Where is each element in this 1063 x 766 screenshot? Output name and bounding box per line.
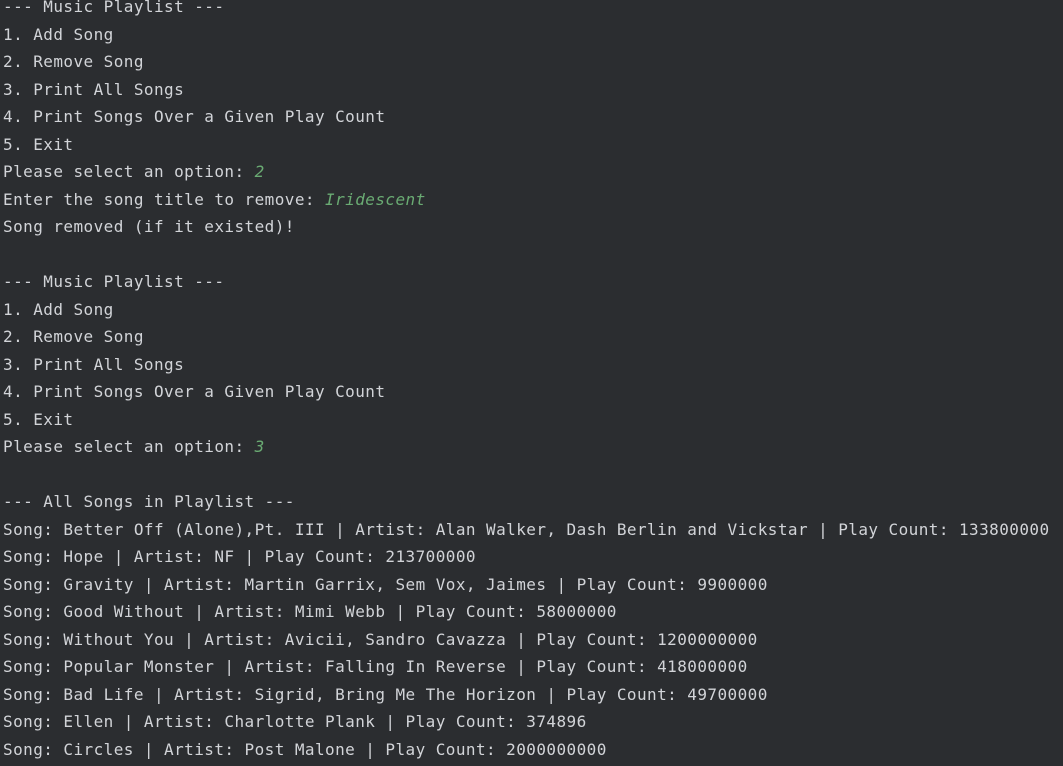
console-line-text: --- Music Playlist ---	[3, 0, 225, 16]
menu-option-print-all: 3. Print All Songs	[3, 351, 1061, 379]
console-line-text: Song: Good Without | Artist: Mimi Webb |…	[3, 602, 617, 621]
title-prompt: Enter the song title to remove: Iridesce…	[3, 186, 1061, 214]
menu-option-remove-song: 2. Remove Song	[3, 323, 1061, 351]
song-line: Song: Without You | Artist: Avicii, Sand…	[3, 626, 1061, 654]
console-line-text: 4. Print Songs Over a Given Play Count	[3, 107, 386, 126]
console-line-text: 5. Exit	[3, 134, 74, 154]
menu-option-exit: 5. Exit	[3, 131, 1061, 159]
song-line: Song: Hope | Artist: NF | Play Count: 21…	[3, 543, 1061, 571]
menu-option-print-all: 3. Print All Songs	[3, 76, 1061, 104]
menu-option-print-over-count: 4. Print Songs Over a Given Play Count	[3, 103, 1061, 131]
song-line: Song: Popular Monster | Artist: Falling …	[3, 653, 1061, 681]
song-line: Song: Ellen | Artist: Charlotte Plank | …	[3, 708, 1061, 736]
song-line: Song: Gravity | Artist: Martin Garrix, S…	[3, 571, 1061, 599]
prompt-text: Enter the song title to remove:	[3, 189, 326, 209]
console-line-text: 3. Print All Songs	[3, 354, 185, 374]
user-input: Iridescent	[325, 189, 426, 209]
status-message: Song removed (if it existed)!	[3, 213, 1061, 241]
console-line-text: 1. Add Song	[3, 24, 114, 44]
console-output[interactable]: --- Music Playlist --- 1. Add Song 2. Re…	[3, 0, 1061, 763]
console-line-text: 3. Print All Songs	[3, 79, 185, 99]
console-line-text: --- All Songs in Playlist ---	[3, 492, 295, 511]
prompt-text: Please select an option:	[3, 162, 255, 181]
console-line-text: Song: Bad Life | Artist: Sigrid, Bring M…	[3, 684, 768, 704]
song-line: Song: Circles | Artist: Post Malone | Pl…	[3, 736, 1061, 764]
menu-option-add-song: 1. Add Song	[3, 21, 1061, 49]
user-input: 2	[254, 162, 265, 181]
console-line-text: 2. Remove Song	[3, 327, 144, 346]
song-line: Song: Good Without | Artist: Mimi Webb |…	[3, 598, 1061, 626]
console-line-text: Song: Better Off (Alone),Pt. III | Artis…	[3, 519, 1050, 539]
user-input: 3	[254, 437, 265, 456]
menu-option-exit: 5. Exit	[3, 406, 1061, 434]
menu-header: --- Music Playlist ---	[3, 268, 1061, 296]
option-prompt: Please select an option: 2	[3, 158, 1061, 186]
console-line-text: Song: Circles | Artist: Post Malone | Pl…	[3, 739, 607, 759]
song-line: Song: Bad Life | Artist: Sigrid, Bring M…	[3, 681, 1061, 709]
menu-option-add-song: 1. Add Song	[3, 296, 1061, 324]
prompt-text: Please select an option:	[3, 437, 255, 456]
console-line-text: 4. Print Songs Over a Given Play Count	[3, 382, 386, 401]
menu-header: --- Music Playlist ---	[3, 0, 1061, 21]
console-line-text: 2. Remove Song	[3, 52, 144, 71]
console-line-text: --- Music Playlist ---	[3, 272, 225, 291]
menu-option-print-over-count: 4. Print Songs Over a Given Play Count	[3, 378, 1061, 406]
console-line-text: Song: Gravity | Artist: Martin Garrix, S…	[3, 574, 768, 594]
console-line-text: Song: Hope | Artist: NF | Play Count: 21…	[3, 547, 476, 566]
console-line-text: 5. Exit	[3, 409, 74, 429]
console-line-text: Song removed (if it existed)!	[3, 217, 295, 236]
console-line-text: Song: Without You | Artist: Avicii, Sand…	[3, 629, 758, 649]
option-prompt: Please select an option: 3	[3, 433, 1061, 461]
console-line-text: Song: Ellen | Artist: Charlotte Plank | …	[3, 712, 587, 731]
playlist-header: --- All Songs in Playlist ---	[3, 488, 1061, 516]
song-line: Song: Better Off (Alone),Pt. III | Artis…	[3, 516, 1061, 544]
console-line-text: 1. Add Song	[3, 299, 114, 319]
menu-option-remove-song: 2. Remove Song	[3, 48, 1061, 76]
console-line-text: Song: Popular Monster | Artist: Falling …	[3, 657, 748, 676]
